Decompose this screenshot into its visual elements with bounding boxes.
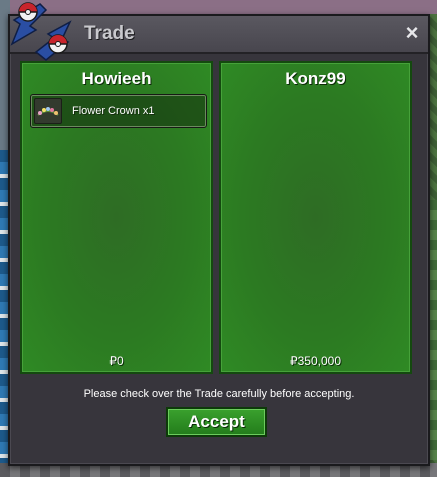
trade-money-amount: ₽0 bbox=[109, 354, 124, 368]
trader-name: Konz99 bbox=[285, 69, 346, 88]
accept-button[interactable]: Accept bbox=[166, 407, 267, 437]
trade-notice: Please check over the Trade carefully be… bbox=[83, 388, 355, 400]
flower-crown-icon bbox=[34, 98, 62, 124]
trade-money-amount: ₽350,000 bbox=[289, 354, 341, 368]
close-button[interactable]: × bbox=[400, 21, 424, 45]
trader-name: Howieeh bbox=[81, 69, 152, 88]
trade-panel-partner: Konz99 ₽350,000 bbox=[219, 61, 412, 374]
trade-item-slot[interactable]: Flower Crown x1 bbox=[30, 94, 207, 128]
item-quantity: x1 bbox=[142, 105, 155, 117]
trade-panel-self: Howieeh Flower Crown x1 ₽0 bbox=[20, 61, 213, 374]
trade-title: Trade bbox=[84, 23, 135, 44]
item-name: Flower Crown bbox=[72, 105, 140, 117]
trade-arrows-icon bbox=[10, 2, 72, 61]
trade-window: Trade × Howieeh Flower Crown x1 ₽0 Konz9… bbox=[8, 2, 430, 466]
